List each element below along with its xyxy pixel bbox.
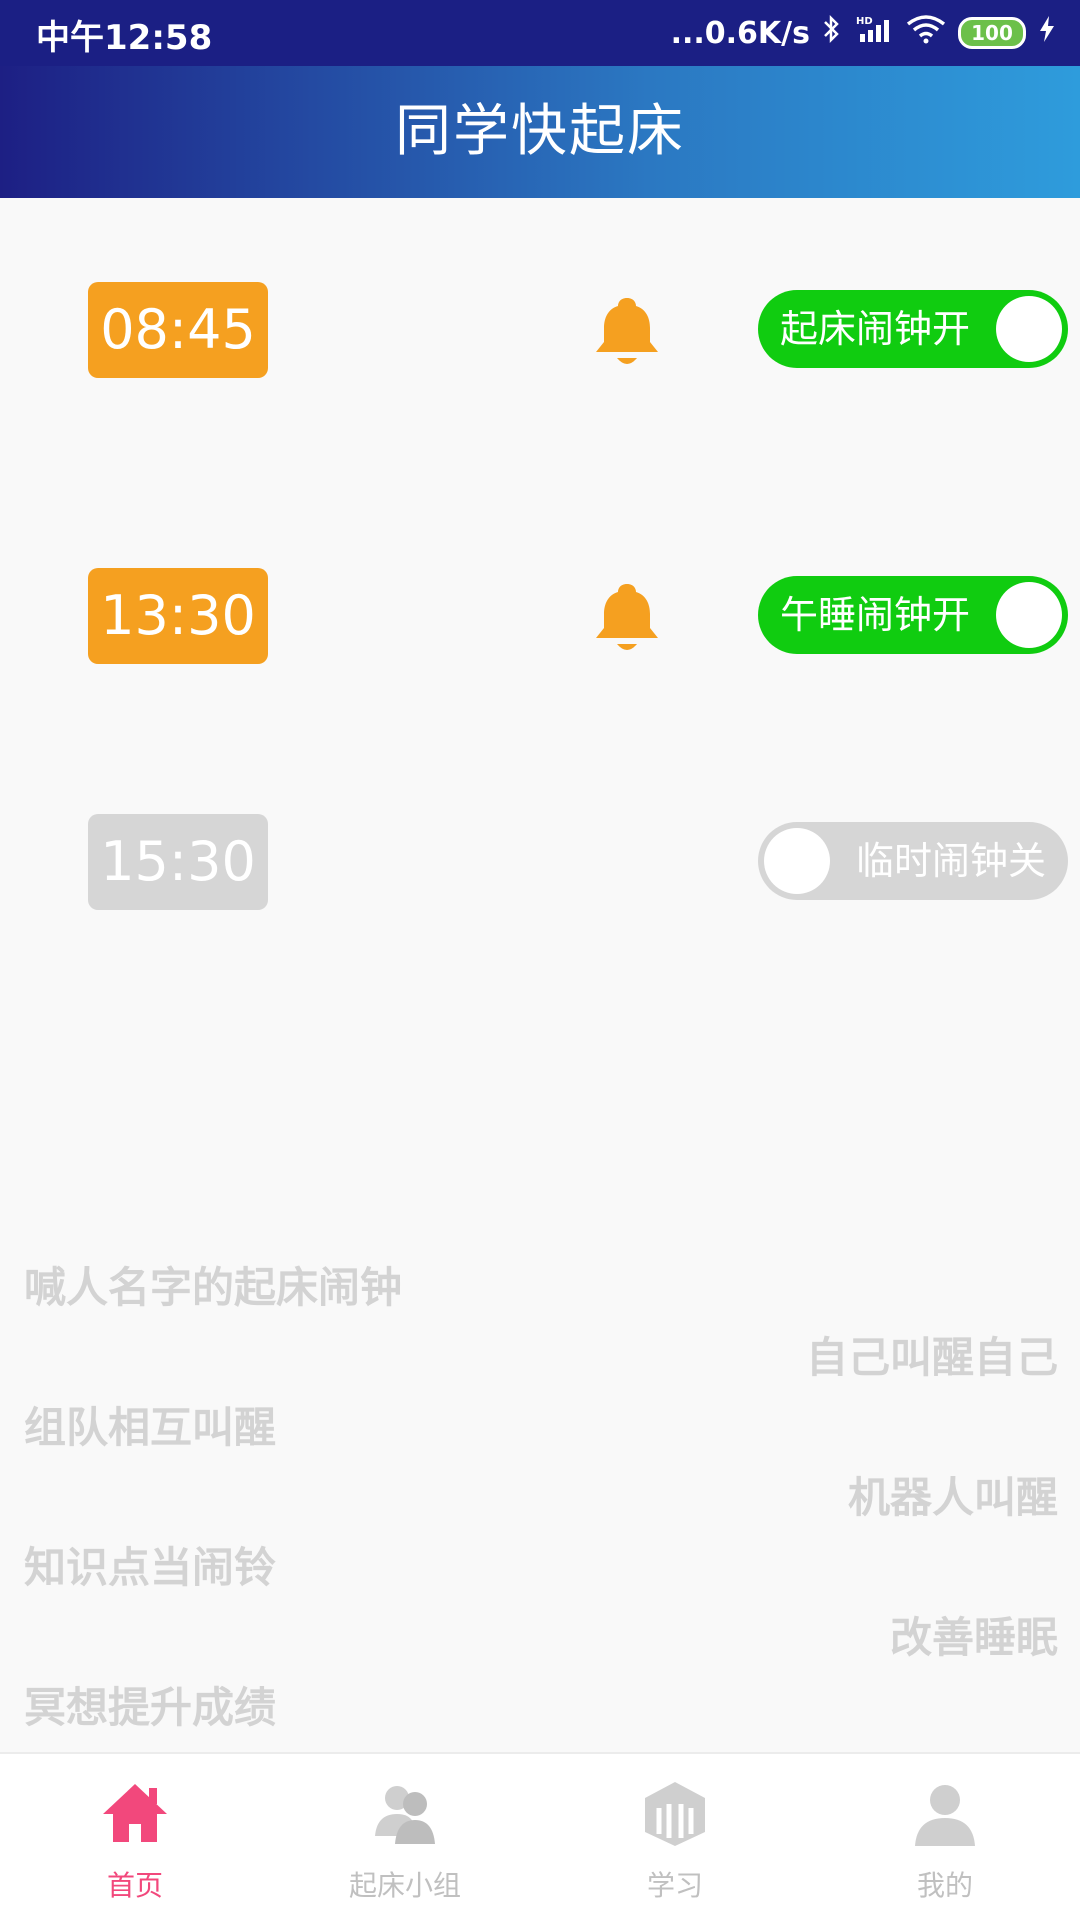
bottom-nav: 首页 起床小组 学习 我的: [0, 1752, 1080, 1922]
nav-item-home[interactable]: 首页: [0, 1754, 270, 1922]
status-time: 中午12:58: [36, 18, 213, 58]
profile-icon: [909, 1778, 981, 1850]
toggle-label: 起床闹钟开: [780, 307, 971, 351]
bluetooth-icon: [822, 14, 842, 52]
signal-icon: HD: [854, 14, 894, 52]
alarm-row: 08:45 起床闹钟开: [0, 282, 1080, 382]
bell-icon[interactable]: [592, 580, 662, 656]
toggle-knob: [996, 582, 1062, 648]
study-icon: [639, 1778, 711, 1850]
temp-alarm-toggle[interactable]: 临时闹钟关: [758, 822, 1068, 900]
alarm-time-chip[interactable]: 13:30: [88, 568, 268, 664]
battery-icon: 100: [958, 17, 1026, 49]
app-header: 同学快起床: [0, 66, 1080, 198]
feature-item[interactable]: 喊人名字的起床闹钟: [24, 1254, 402, 1315]
wake-alarm-toggle[interactable]: 起床闹钟开: [758, 290, 1068, 368]
charging-icon: [1038, 14, 1056, 52]
feature-item[interactable]: 改善睡眠: [890, 1604, 1058, 1665]
toggle-knob: [764, 828, 830, 894]
alarm-time-chip[interactable]: 15:30: [88, 814, 268, 910]
nav-label: 起床小组: [348, 1869, 461, 1902]
toggle-knob: [996, 296, 1062, 362]
feature-item[interactable]: 机器人叫醒: [848, 1464, 1058, 1525]
bell-icon[interactable]: [592, 294, 662, 370]
toggle-label: 午睡闹钟开: [780, 593, 971, 637]
nav-label: 首页: [106, 1869, 163, 1902]
status-bar: 中午12:58 ...0.6K/s HD 100: [0, 0, 1080, 66]
svg-text:HD: HD: [856, 16, 873, 27]
alarm-row: 15:30 临时闹钟关: [0, 814, 1080, 914]
nav-item-group[interactable]: 起床小组: [270, 1754, 540, 1922]
nav-item-study[interactable]: 学习: [540, 1754, 810, 1922]
feature-item[interactable]: 自己叫醒自己: [806, 1324, 1058, 1385]
nap-alarm-toggle[interactable]: 午睡闹钟开: [758, 576, 1068, 654]
alarm-row: 13:30 午睡闹钟开: [0, 568, 1080, 668]
page-title: 同学快起床: [395, 99, 685, 164]
toggle-label: 临时闹钟关: [855, 839, 1046, 883]
feature-item[interactable]: 冥想提升成绩: [24, 1674, 276, 1735]
feature-item[interactable]: 组队相互叫醒: [24, 1394, 276, 1455]
alarm-time-chip[interactable]: 08:45: [88, 282, 268, 378]
nav-label: 我的: [916, 1869, 973, 1902]
nav-label: 学习: [646, 1869, 703, 1902]
group-icon: [369, 1778, 441, 1850]
nav-item-profile[interactable]: 我的: [810, 1754, 1080, 1922]
feature-item[interactable]: 知识点当闹铃: [24, 1534, 276, 1595]
network-speed: ...0.6K/s: [670, 15, 810, 51]
status-icons: ...0.6K/s HD 100: [671, 8, 1056, 58]
home-icon: [99, 1778, 171, 1850]
wifi-icon: [906, 14, 946, 52]
